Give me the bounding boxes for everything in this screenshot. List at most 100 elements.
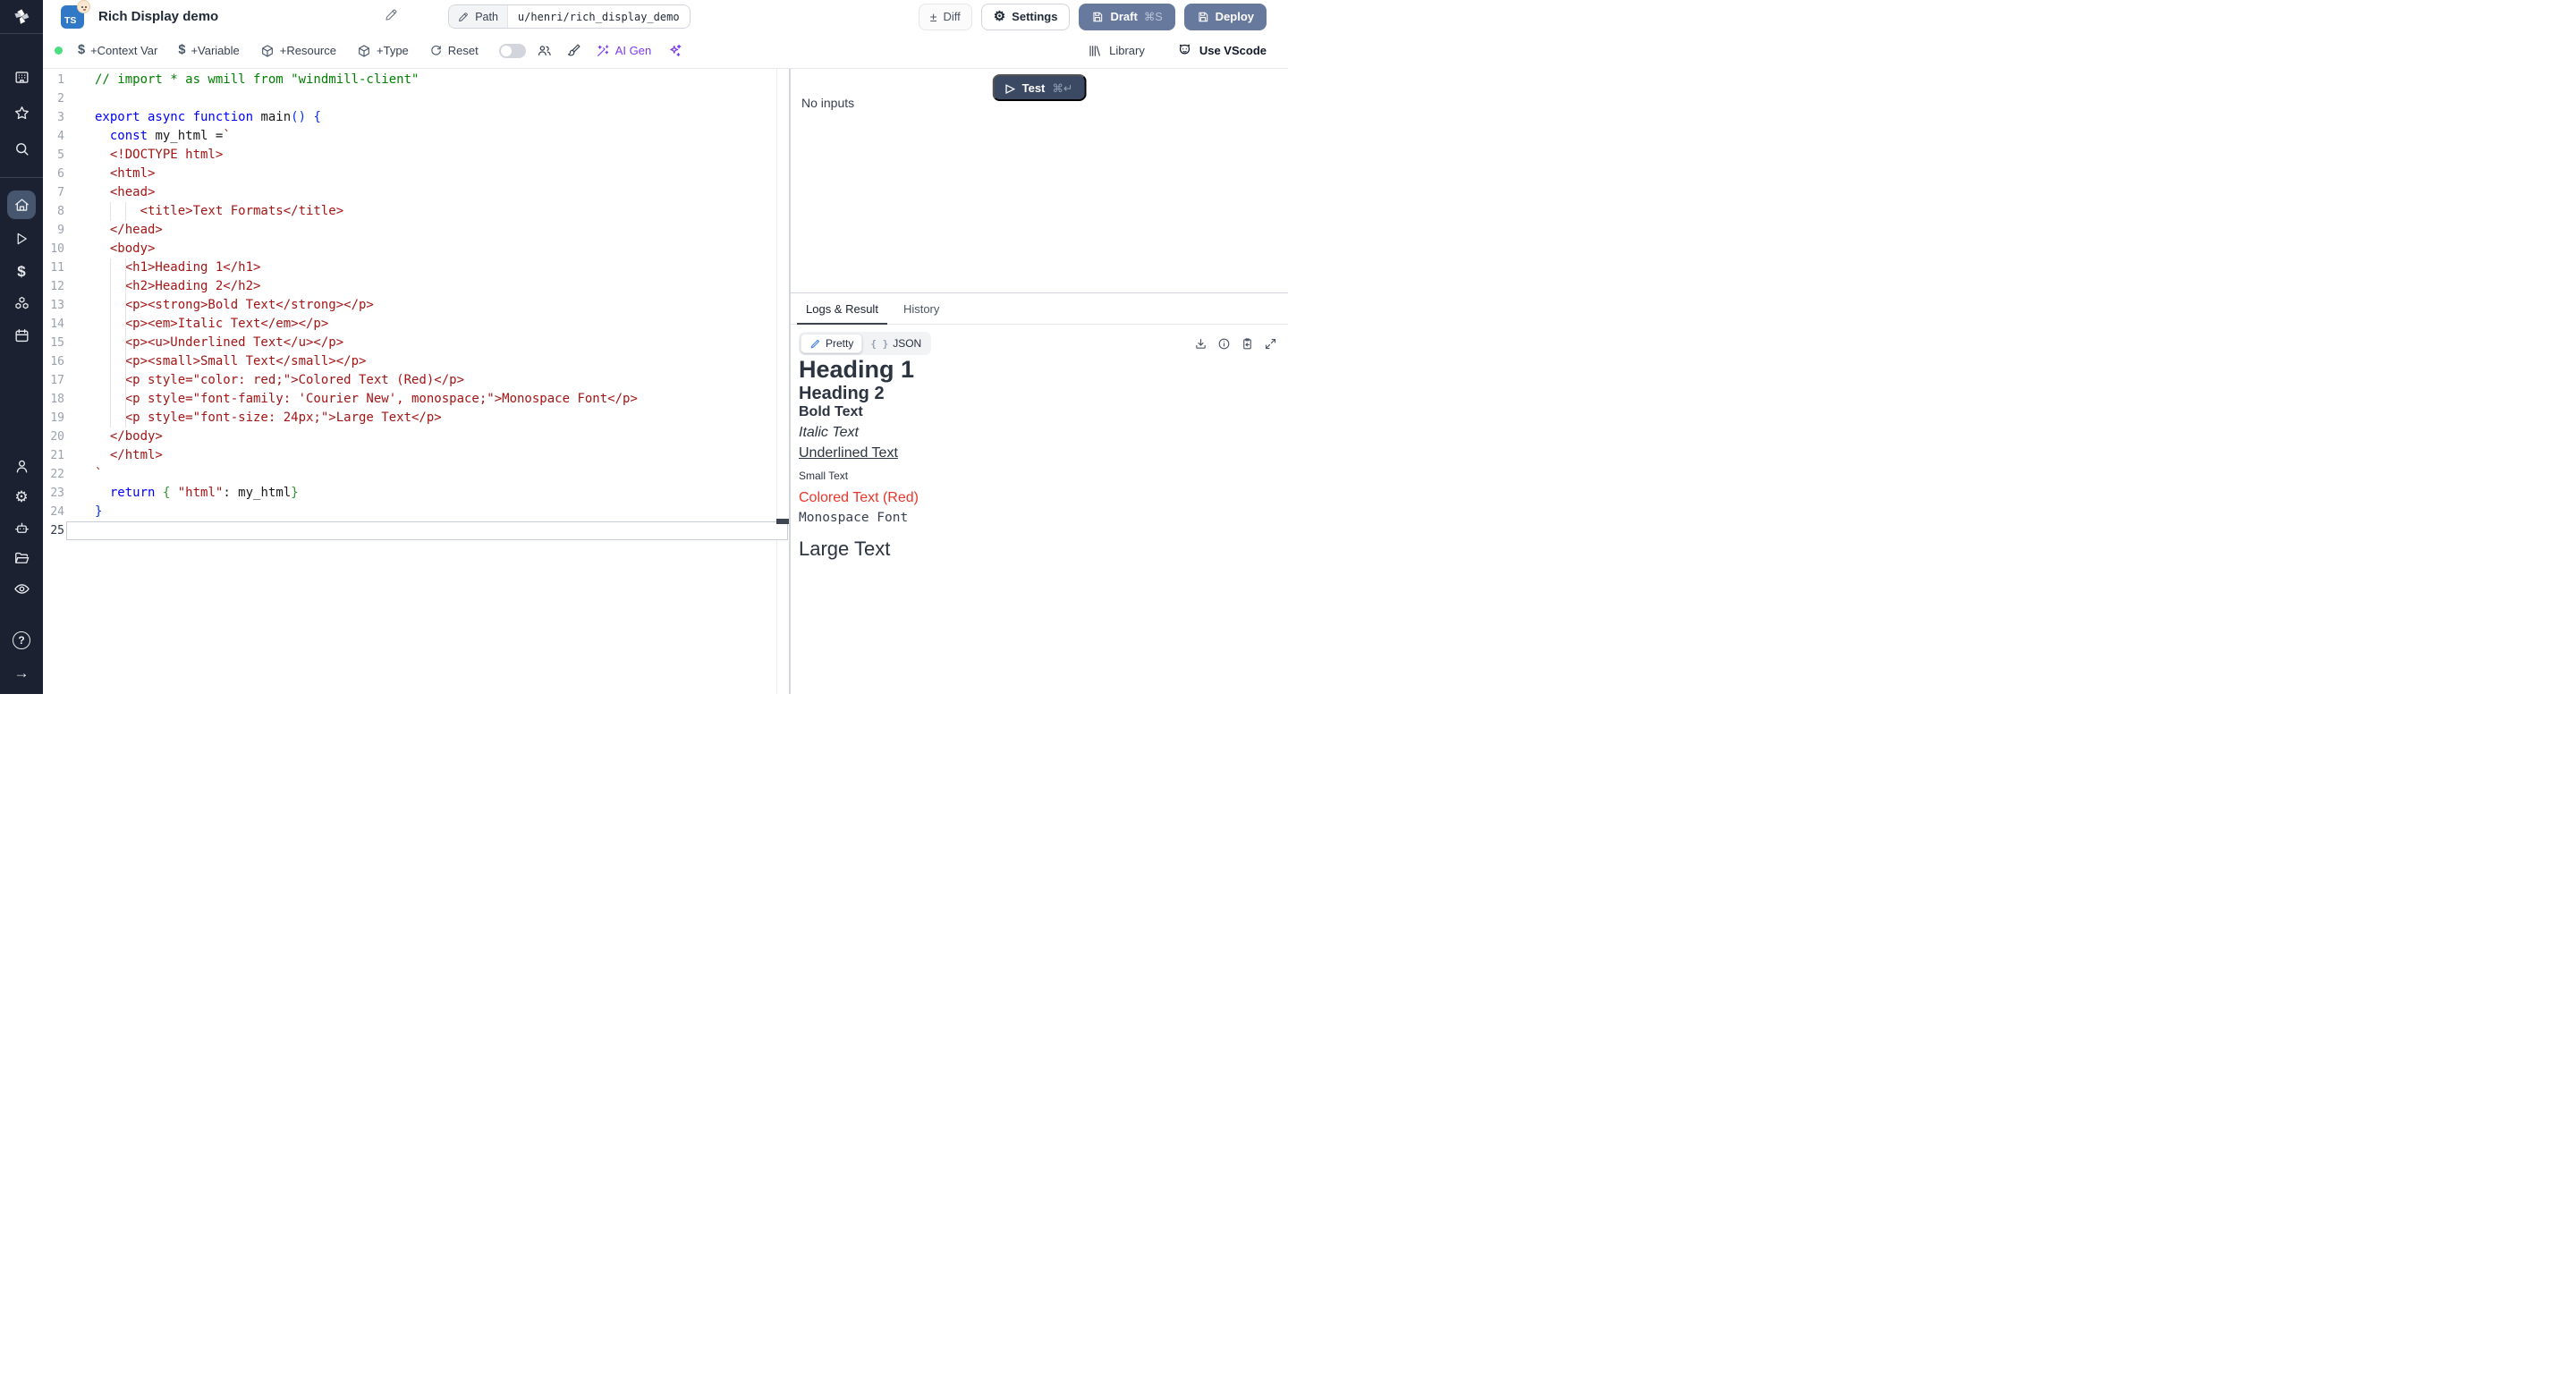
code-line[interactable]: <html>	[95, 165, 638, 183]
line-number[interactable]: 1	[43, 71, 64, 89]
line-number[interactable]: 4	[43, 127, 64, 146]
collab-toggle[interactable]	[499, 44, 526, 58]
result-small-text: Small Text	[799, 470, 1277, 482]
code-editor[interactable]: 1234567891011121314151617181920212223242…	[43, 69, 789, 694]
code-line[interactable]: <p style="font-size: 24px;">Large Text</…	[95, 409, 638, 427]
expand-icon[interactable]	[1264, 337, 1277, 351]
line-number[interactable]: 14	[43, 315, 64, 334]
code-line[interactable]: <p><em>Italic Text</em></p>	[95, 315, 638, 334]
runs-play-icon[interactable]	[13, 230, 30, 248]
diff-button[interactable]: ± Diff	[919, 4, 972, 30]
code-line[interactable]: <p style="color: red;">Colored Text (Red…	[95, 371, 638, 390]
code-line[interactable]: }	[95, 503, 638, 521]
robot-icon[interactable]	[13, 519, 30, 537]
code-line[interactable]: <p><u>Underlined Text</u></p>	[95, 334, 638, 352]
line-number[interactable]: 5	[43, 146, 64, 165]
variables-dollar-icon[interactable]: $	[13, 262, 30, 280]
line-number[interactable]: 3	[43, 108, 64, 127]
code-line[interactable]: // import * as wmill from "windmill-clie…	[95, 71, 638, 89]
tab-history[interactable]: History	[894, 293, 948, 324]
add-context-var-label: +Context Var	[90, 44, 157, 57]
code-line[interactable]: </head>	[95, 221, 638, 240]
draft-button[interactable]: Draft ⌘S	[1079, 4, 1174, 30]
search-icon[interactable]	[13, 140, 30, 157]
resources-cubes-icon[interactable]	[13, 294, 30, 312]
tab-logs-result[interactable]: Logs & Result	[797, 293, 887, 324]
code-line[interactable]: </html>	[95, 446, 638, 465]
sparkles-icon[interactable]	[667, 43, 682, 58]
diff-icon: ±	[930, 11, 937, 23]
line-number[interactable]: 6	[43, 165, 64, 183]
add-type-button[interactable]: +Type	[357, 44, 409, 58]
line-number[interactable]: 16	[43, 352, 64, 371]
reset-button[interactable]: Reset	[429, 44, 479, 57]
info-icon[interactable]	[1217, 337, 1231, 351]
code-line[interactable]: `	[95, 465, 638, 484]
add-context-var-button[interactable]: $ +Context Var	[78, 44, 157, 57]
right-panel: ▷ Test ⌘↵ No inputs Logs & Result Histor…	[791, 69, 1288, 694]
line-number[interactable]: 20	[43, 427, 64, 446]
code-line[interactable]: return { "html": my_html}	[95, 484, 638, 503]
line-number[interactable]: 13	[43, 296, 64, 315]
test-button[interactable]: ▷ Test ⌘↵	[993, 74, 1087, 101]
use-vscode-button[interactable]: Use VScode	[1177, 43, 1267, 58]
code-line[interactable]: export async function main() {	[95, 108, 638, 127]
gear-icon[interactable]: ⚙	[13, 487, 30, 505]
indent-guide	[125, 296, 126, 315]
code-line[interactable]: <p><small>Small Text</small></p>	[95, 352, 638, 371]
line-number[interactable]: 17	[43, 371, 64, 390]
schedules-calendar-icon[interactable]	[13, 326, 30, 344]
code-line[interactable]: <body>	[95, 240, 638, 258]
path-field[interactable]: Path u/henri/rich_display_demo	[448, 4, 690, 29]
line-number[interactable]: 19	[43, 409, 64, 427]
download-icon[interactable]	[1194, 337, 1208, 351]
user-icon[interactable]	[13, 457, 30, 475]
edit-summary-pencil-icon[interactable]	[385, 8, 398, 26]
expand-sidebar-icon[interactable]: →	[13, 664, 30, 681]
line-number[interactable]: 23	[43, 484, 64, 503]
users-icon[interactable]	[537, 43, 552, 58]
code-line[interactable]: <p><strong>Bold Text</strong></p>	[95, 296, 638, 315]
add-variable-button[interactable]: $ +Variable	[178, 44, 239, 57]
line-number[interactable]: 12	[43, 277, 64, 296]
editor-code[interactable]: // import * as wmill from "windmill-clie…	[64, 69, 638, 694]
sidebar-item-home[interactable]	[7, 190, 36, 219]
deploy-button[interactable]: Deploy	[1184, 4, 1267, 30]
line-number[interactable]: 7	[43, 183, 64, 202]
star-icon[interactable]	[13, 104, 30, 122]
code-line[interactable]: </body>	[95, 427, 638, 446]
settings-button[interactable]: ⚙ Settings	[981, 4, 1071, 30]
windmill-logo[interactable]	[0, 0, 43, 33]
line-number[interactable]: 25	[43, 521, 64, 540]
clipboard-icon[interactable]	[1241, 337, 1254, 351]
view-json-button[interactable]: { } JSON	[862, 334, 929, 353]
line-number[interactable]: 22	[43, 465, 64, 484]
code-line[interactable]	[95, 89, 638, 108]
brush-icon[interactable]	[566, 43, 581, 58]
code-line[interactable]: <h2>Heading 2</h2>	[95, 277, 638, 296]
add-resource-button[interactable]: +Resource	[260, 44, 336, 58]
line-number[interactable]: 18	[43, 390, 64, 409]
line-number[interactable]: 24	[43, 503, 64, 521]
folder-icon[interactable]	[13, 549, 30, 567]
ai-gen-button[interactable]: AI Gen	[596, 44, 651, 58]
code-line[interactable]: <title>Text Formats</title>	[95, 202, 638, 221]
line-number[interactable]: 11	[43, 258, 64, 277]
line-number[interactable]: 8	[43, 202, 64, 221]
code-line[interactable]: <h1>Heading 1</h1>	[95, 258, 638, 277]
code-line[interactable]: const my_html =`	[95, 127, 638, 146]
help-icon[interactable]: ?	[13, 631, 30, 649]
code-line[interactable]: <p style="font-family: 'Courier New', mo…	[95, 390, 638, 409]
code-line[interactable]: <!DOCTYPE html>	[95, 146, 638, 165]
line-number[interactable]: 15	[43, 334, 64, 352]
workspace-icon[interactable]	[13, 68, 30, 86]
eye-icon[interactable]	[13, 580, 30, 597]
result-colored-text-red: Colored Text (Red)	[799, 490, 1277, 506]
library-button[interactable]: Library	[1088, 44, 1145, 58]
code-line[interactable]: <head>	[95, 183, 638, 202]
view-pretty-button[interactable]: Pretty	[801, 334, 862, 353]
line-number[interactable]: 9	[43, 221, 64, 240]
line-number[interactable]: 10	[43, 240, 64, 258]
line-number[interactable]: 2	[43, 89, 64, 108]
line-number[interactable]: 21	[43, 446, 64, 465]
